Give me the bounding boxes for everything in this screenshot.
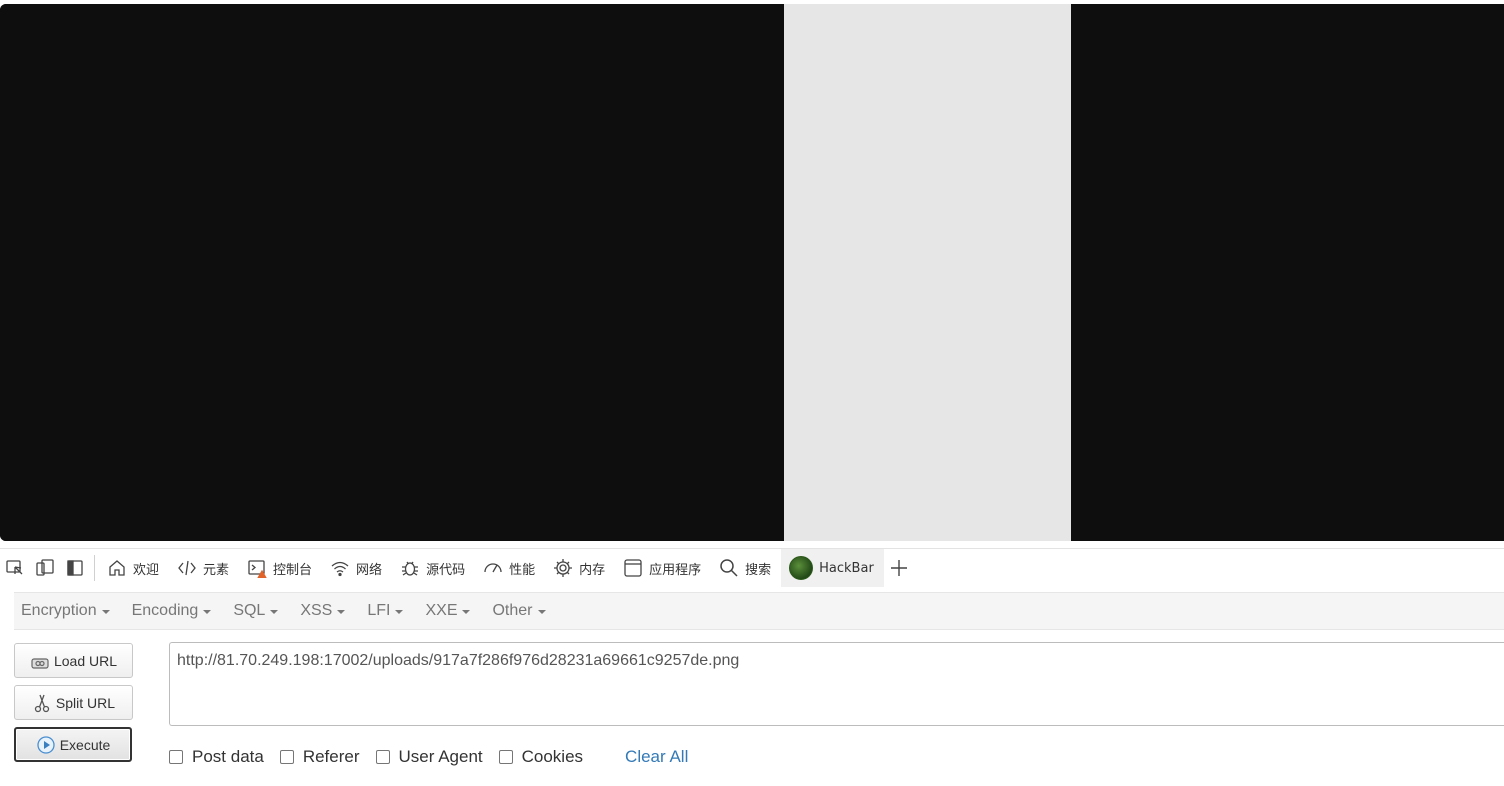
home-icon [109, 560, 125, 576]
tab-label: 内存 [579, 562, 606, 578]
tab-label: 源代码 [426, 562, 466, 578]
tab-search[interactable]: 搜索 [711, 549, 781, 587]
hackbar-options: Post data Referer User Agent Cookies Cle… [169, 745, 688, 769]
tab-label: 元素 [203, 562, 230, 578]
menu-label: Encoding [131, 602, 199, 619]
clear-all-link[interactable]: Clear All [625, 747, 688, 767]
wifi-icon [331, 561, 349, 577]
tab-label: 网络 [356, 562, 383, 578]
tab-application[interactable]: 应用程序 [615, 549, 711, 587]
referer-checkbox[interactable] [279, 750, 294, 764]
load-url-button[interactable]: Load URL [14, 643, 133, 678]
button-label: Execute [59, 736, 111, 753]
menu-label: SQL [233, 602, 266, 619]
menu-encryption[interactable]: Encryption [21, 602, 110, 620]
hackbar-logo-icon [789, 556, 814, 580]
caret-down-icon [101, 610, 110, 614]
tab-label: 搜索 [745, 562, 772, 578]
url-textarea[interactable]: http://81.70.249.198:17002/uploads/917a7… [169, 642, 1504, 726]
menu-label: XXE [425, 602, 458, 619]
caret-down-icon [337, 610, 346, 614]
menu-label: Encryption [21, 602, 97, 619]
device-emulation-icon[interactable] [30, 549, 60, 587]
post-data-option[interactable]: Post data [169, 747, 264, 767]
tab-memory[interactable]: 内存 [545, 549, 615, 587]
button-label: Load URL [53, 652, 118, 669]
menu-xss[interactable]: XSS [300, 602, 346, 620]
caret-down-icon [537, 610, 546, 614]
search-icon [720, 559, 738, 577]
image-dark-right-region [1071, 4, 1504, 541]
referer-option[interactable]: Referer [279, 747, 360, 767]
tab-console[interactable]: 控制台 [239, 549, 322, 587]
console-icon [248, 560, 267, 578]
gauge-icon [484, 563, 502, 573]
tab-label: HackBar [819, 560, 874, 576]
option-label: Post data [192, 747, 264, 766]
menu-sql[interactable]: SQL [233, 602, 279, 620]
caret-down-icon [462, 610, 471, 614]
execute-button[interactable]: Execute [14, 727, 132, 762]
menu-label: Other [492, 602, 533, 619]
window-icon [624, 559, 642, 577]
tab-hackbar[interactable]: HackBar [781, 549, 884, 587]
tab-sources[interactable]: 源代码 [392, 549, 475, 587]
add-tab-plus-icon[interactable] [884, 549, 914, 587]
tab-label: 性能 [509, 562, 536, 578]
tab-performance[interactable]: 性能 [475, 549, 545, 587]
page-viewport [0, 4, 1504, 541]
inspect-icon[interactable] [0, 549, 30, 587]
code-icon [178, 560, 196, 576]
tab-welcome[interactable]: 欢迎 [99, 549, 169, 587]
devtools-tab-strip: 欢迎 元素 控制台 网络 源代码 性能 内存 应用程序 搜索 HackBar [0, 549, 1504, 587]
button-label: Split URL [55, 694, 116, 711]
bug-icon [402, 561, 419, 576]
tab-label: 应用程序 [649, 562, 702, 578]
devtools-panel: 欢迎 元素 控制台 网络 源代码 性能 内存 应用程序 搜索 HackBar E… [0, 548, 1504, 786]
option-label: Referer [302, 747, 360, 766]
post-data-checkbox[interactable] [169, 750, 183, 764]
caret-down-icon [203, 610, 212, 614]
split-url-button[interactable]: Split URL [14, 685, 133, 720]
scissors-icon [34, 694, 50, 712]
tab-elements[interactable]: 元素 [169, 549, 239, 587]
chip-icon [554, 559, 573, 577]
tab-network[interactable]: 网络 [322, 549, 392, 587]
toolbar-separator [94, 555, 95, 581]
caret-down-icon [270, 610, 279, 614]
image-light-center-region [784, 4, 1071, 541]
menu-encoding[interactable]: Encoding [132, 602, 212, 620]
menu-label: XSS [300, 602, 333, 619]
tab-label: 控制台 [273, 562, 313, 578]
caret-down-icon [395, 610, 404, 614]
option-label: Cookies [521, 747, 584, 766]
menu-xxe[interactable]: XXE [425, 602, 471, 620]
link-icon [31, 657, 49, 669]
cookies-option[interactable]: Cookies [498, 747, 584, 767]
tab-label: 欢迎 [133, 562, 160, 578]
menu-label: LFI [367, 602, 391, 619]
menu-lfi[interactable]: LFI [367, 602, 404, 620]
user-agent-checkbox[interactable] [375, 750, 390, 764]
dock-side-icon[interactable] [60, 549, 90, 587]
cookies-checkbox[interactable] [498, 750, 513, 764]
play-icon [37, 735, 55, 754]
option-label: User Agent [398, 747, 483, 766]
image-dark-left-region [0, 4, 784, 541]
user-agent-option[interactable]: User Agent [375, 747, 483, 767]
hackbar-menubar: Encryption Encoding SQL XSS LFI XXE Othe… [14, 592, 1504, 630]
menu-other[interactable]: Other [492, 602, 546, 620]
